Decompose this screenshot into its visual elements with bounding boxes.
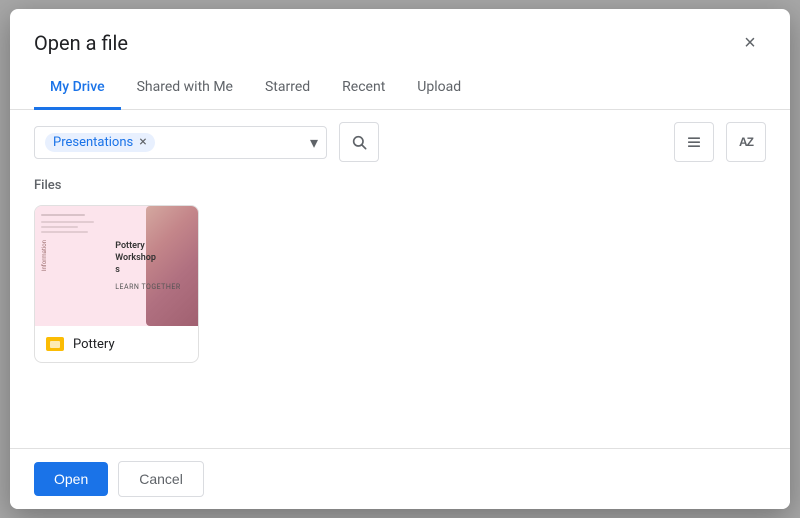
- search-button[interactable]: [339, 122, 379, 162]
- tabs-bar: My Drive Shared with Me Starred Recent U…: [10, 67, 790, 110]
- filter-chip-remove[interactable]: ×: [139, 135, 146, 149]
- filter-bar[interactable]: Presentations × ▾: [34, 126, 327, 159]
- pottery-preview-subtext: Learn together: [115, 283, 194, 291]
- file-icon-pottery: [45, 334, 65, 354]
- filter-dropdown-icon[interactable]: ▾: [310, 133, 318, 152]
- files-grid: Information PotteryWorkshops Learn toget…: [34, 205, 766, 363]
- pottery-text-overlay: PotteryWorkshops Learn together: [109, 206, 199, 326]
- tab-recent[interactable]: Recent: [326, 67, 401, 110]
- preview-sidebar-text: Information: [41, 240, 103, 271]
- open-file-dialog: Open a file × My Drive Shared with Me St…: [10, 9, 790, 509]
- pottery-preview-right: PotteryWorkshops Learn together: [109, 206, 199, 326]
- list-view-button[interactable]: [674, 122, 714, 162]
- tab-my-drive[interactable]: My Drive: [34, 67, 121, 110]
- file-thumbnail-pottery: Information PotteryWorkshops Learn toget…: [35, 206, 199, 326]
- section-label: Files: [34, 178, 766, 193]
- open-button[interactable]: Open: [34, 462, 108, 496]
- tab-upload[interactable]: Upload: [401, 67, 477, 110]
- tab-starred[interactable]: Starred: [249, 67, 326, 110]
- slides-icon: [46, 337, 64, 351]
- pottery-preview: Information PotteryWorkshops Learn toget…: [35, 206, 199, 326]
- close-button[interactable]: ×: [734, 27, 766, 59]
- dialog-title: Open a file: [34, 31, 128, 55]
- pottery-preview-left: Information: [35, 206, 109, 326]
- pottery-preview-heading: PotteryWorkshops: [115, 241, 194, 276]
- search-icon: [351, 134, 367, 150]
- dialog-overlay: Open a file × My Drive Shared with Me St…: [0, 0, 800, 518]
- toolbar: Presentations × ▾ AZ: [10, 110, 790, 174]
- tab-shared-with-me[interactable]: Shared with Me: [121, 67, 249, 110]
- dialog-header: Open a file ×: [10, 9, 790, 59]
- file-card-pottery[interactable]: Information PotteryWorkshops Learn toget…: [34, 205, 199, 363]
- sort-icon: AZ: [739, 135, 753, 149]
- preview-line: [41, 231, 88, 233]
- cancel-button[interactable]: Cancel: [118, 461, 204, 497]
- filter-chip-label: Presentations: [53, 135, 133, 150]
- filter-chip-presentations: Presentations ×: [45, 133, 155, 152]
- preview-line: [41, 214, 85, 216]
- list-view-icon: [686, 134, 702, 150]
- file-name-pottery: Pottery: [73, 337, 115, 352]
- preview-line: [41, 226, 78, 228]
- file-info-pottery: Pottery: [35, 326, 198, 362]
- sort-button[interactable]: AZ: [726, 122, 766, 162]
- dialog-footer: Open Cancel: [10, 448, 790, 509]
- preview-line: [41, 221, 94, 223]
- content-area: Files Information: [10, 174, 790, 448]
